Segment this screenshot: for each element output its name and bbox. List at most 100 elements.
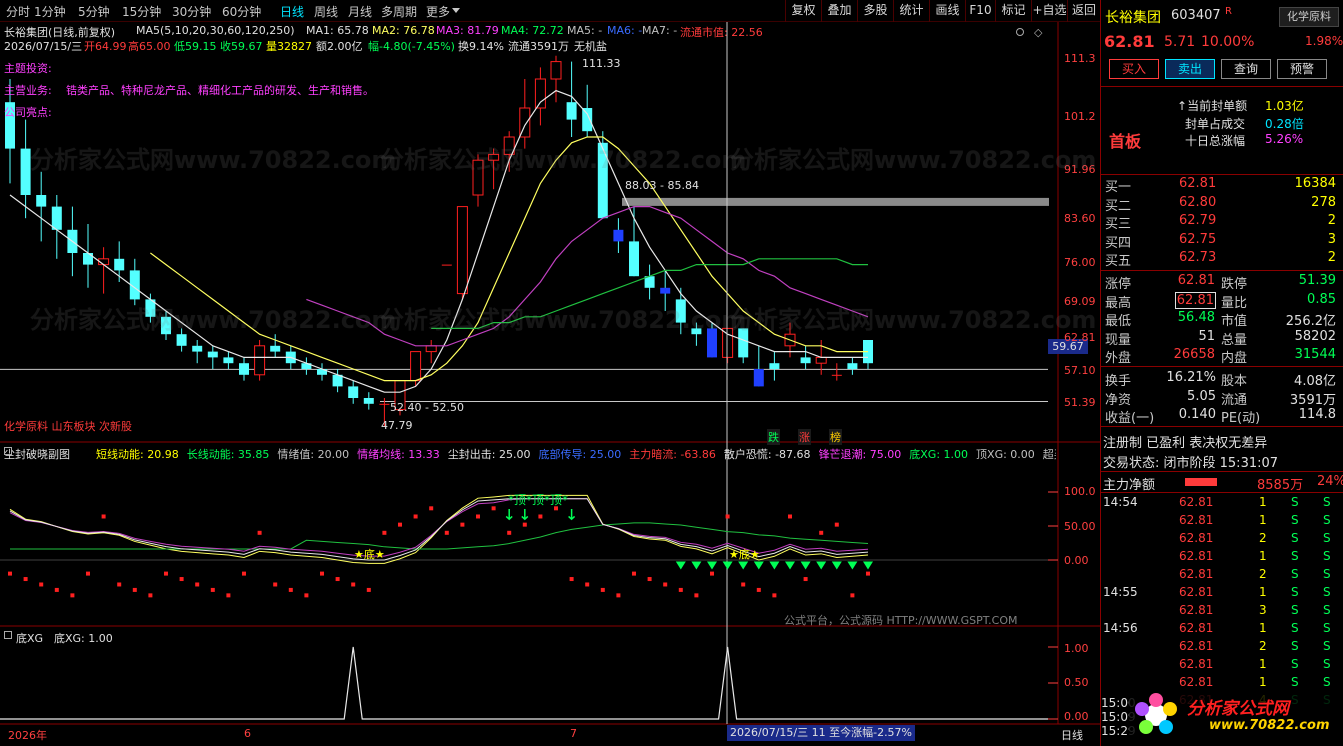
capital-dot [335,577,340,582]
info-close: 收59.67 [220,40,263,53]
period-tab-1min[interactable]: 1分钟 [34,3,66,20]
tag-rise[interactable]: 涨 [798,429,811,445]
bid-row[interactable]: 买一 62.81 16384 [1101,176,1343,195]
tick-price: 62.81 [1179,585,1214,599]
capital-dot [288,587,293,592]
capital-dot [725,514,730,519]
capital-dot [600,587,605,592]
stats-row: 收益(一) 0.140 PE(动) 114.8 [1101,407,1343,426]
tick-count: S [1323,531,1331,545]
multi-stock-button[interactable]: 多股 [857,0,893,22]
bid-label: 买五 [1105,254,1132,269]
fuquan-button[interactable]: 复权 [785,0,821,22]
price-chart-canvas[interactable] [0,22,1100,746]
bid-row[interactable]: 买三 62.79 2 [1101,213,1343,232]
x-axis-label: 2026年 [8,729,47,742]
first-board-label: 首板 [1109,132,1142,151]
draw-button[interactable]: 画线 [929,0,965,22]
y-tick: 83.60 [1064,212,1096,225]
mark-button[interactable]: 标记 [995,0,1031,22]
period-tab-60min[interactable]: 60分钟 [222,3,261,20]
chart-area[interactable] [0,22,1100,746]
panel-toggle-icon[interactable] [4,447,12,455]
ma6-value: MA6: - [607,24,643,37]
back-button[interactable]: 返回 [1067,0,1100,22]
collapse-icon[interactable]: ◇ [1034,26,1042,39]
candle-body [176,334,187,346]
ma1-value: MA1: 65.78 [306,24,369,37]
period-tab-fenshi[interactable]: 分时 [6,3,30,20]
bid-row[interactable]: 买四 62.75 3 [1101,232,1343,251]
capital-dot [179,577,184,582]
sector-tag[interactable]: 化学原料 [1279,7,1339,27]
sell-signal-marker [831,561,842,570]
watermark: 分析家公式网www.70822.com [380,146,747,174]
top-signal-text: *顶*顶*顶* [508,493,569,507]
y-tick: 111.3 [1064,52,1096,65]
last-price: 62.81 [1104,32,1155,51]
capital-dot [647,577,652,582]
capital-dot [148,593,153,598]
candle-body [83,253,93,265]
f10-button[interactable]: F10 [965,0,995,22]
period-tab-5min[interactable]: 5分钟 [78,3,110,20]
candle-body [270,345,281,352]
tick-side: S [1291,639,1299,653]
business-text: 锆类产品、特种尼龙产品、精细化工产品的研发、生产和销售。 [66,84,374,97]
tick-row: 62.81 2 S S [1101,567,1343,585]
seal-label: 封单占成交 [1185,117,1246,131]
tag-ranking[interactable]: 榜 [829,429,842,445]
sell-button[interactable]: 卖出 [1165,59,1215,79]
tag-fall[interactable]: 跌 [767,429,780,445]
alert-button[interactable]: 预警 [1277,59,1327,79]
stat-value: 16.21% [1166,370,1216,385]
capital-dot [741,582,746,587]
capital-dot [710,571,714,576]
settings-icon[interactable] [1016,28,1024,36]
sector-tags: 化学原料 山东板块 次新股 [4,420,132,433]
bid-volume: 278 [1311,194,1336,210]
stat-value: 51.39 [1298,273,1336,288]
capital-dot [351,582,356,587]
candle-body [769,363,780,369]
bid-row[interactable]: 买五 62.73 2 [1101,250,1343,269]
indicator-item: 短线动能: 20.98 [96,448,179,460]
candle-body [254,345,266,376]
panel-toggle-icon[interactable] [4,631,12,639]
stock-name: 长裕集团 [1105,10,1161,26]
capital-dot [164,571,168,576]
ma2-value: MA2: 76.78 [372,24,435,37]
period-tab-weekly[interactable]: 周线 [314,3,338,20]
period-indicator[interactable]: 日线 [1061,727,1083,743]
bid-row[interactable]: 买二 62.80 278 [1101,194,1343,214]
tick-row: 62.81 3 S S [1101,603,1343,621]
period-tab-daily[interactable]: 日线 [280,3,304,20]
period-tab-monthly[interactable]: 月线 [348,3,372,20]
info-volume: 量32827 [266,40,312,53]
capital-dot [522,522,527,527]
stats-button[interactable]: 统计 [893,0,929,22]
buy-button[interactable]: 买入 [1109,59,1159,79]
query-button[interactable]: 查询 [1221,59,1271,79]
period-tab-multi[interactable]: 多周期 [381,3,417,20]
bottom-signal-line [0,646,1048,720]
bottom-signal-text: ★底★ [729,548,760,561]
overlay-button[interactable]: 叠加 [821,0,857,22]
tick-time: 14:54 [1103,495,1138,509]
indicator-item: 超买 [1042,448,1056,460]
y-tick: 57.10 [1064,364,1096,377]
tick-count: S [1323,657,1331,671]
stat-value: 62.81 [1174,291,1216,309]
seal-value: 1.03亿 [1265,99,1304,113]
period-tab-15min[interactable]: 15分钟 [122,3,161,20]
candle-body [582,108,593,132]
sell-signal-marker [753,561,764,570]
stat-value: 0.140 [1178,407,1216,422]
period-tab-more[interactable]: 更多 [426,3,450,20]
period-tab-30min[interactable]: 30分钟 [172,3,211,20]
tick-row: 62.81 1 S S [1101,549,1343,567]
candle-body [192,345,203,352]
candle-body [629,241,639,277]
stat-label: 量比 [1221,295,1248,311]
add-watchlist-button[interactable]: +自选 [1031,0,1067,22]
